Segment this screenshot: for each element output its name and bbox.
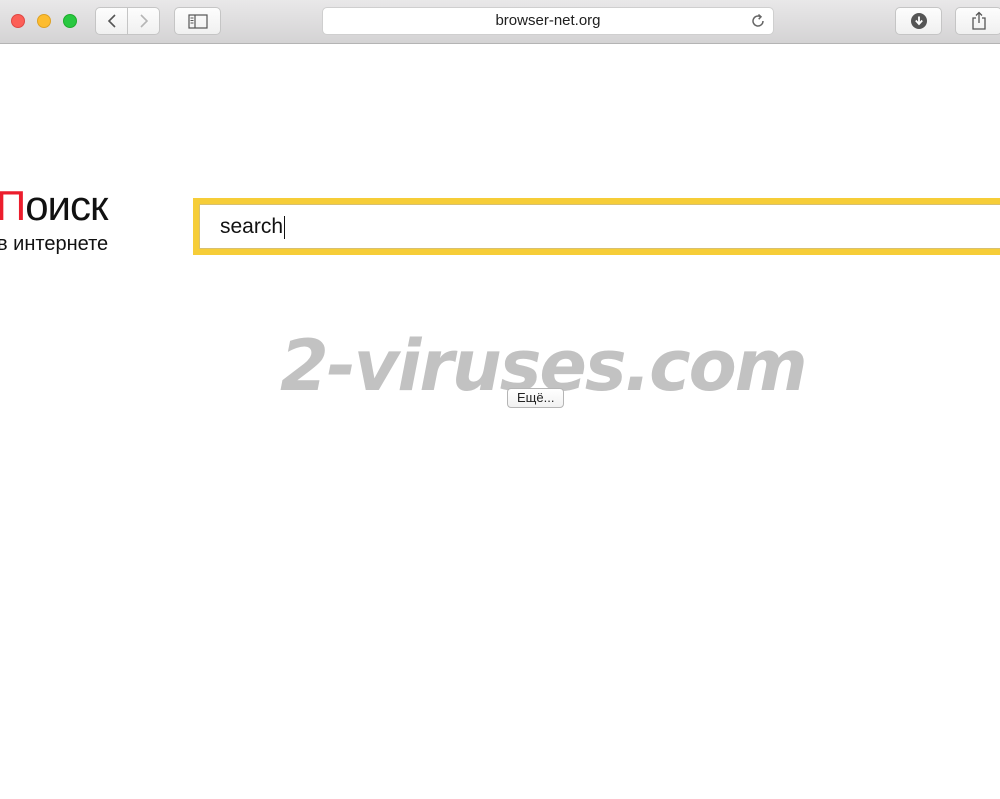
share-button[interactable] [955, 7, 1000, 35]
minimize-window-button[interactable] [37, 14, 51, 28]
sidebar-icon [187, 13, 208, 29]
maximize-window-button[interactable] [63, 14, 77, 28]
logo-title-rest: оиск [25, 182, 108, 229]
address-bar[interactable]: browser-net.org [322, 7, 774, 35]
downloads-button[interactable] [895, 7, 942, 35]
logo-first-letter: П [0, 182, 26, 229]
sidebar-toggle-button[interactable] [174, 7, 221, 35]
close-window-button[interactable] [11, 14, 25, 28]
download-icon [910, 13, 927, 29]
chevron-left-icon [107, 14, 116, 28]
more-button[interactable]: Ещё... [507, 388, 565, 408]
reload-icon[interactable] [750, 13, 766, 29]
logo-title[interactable]: Поиск [0, 182, 108, 229]
logo-subtitle: в интернете [0, 233, 109, 255]
chevron-right-icon [139, 14, 148, 28]
text-cursor [284, 216, 285, 239]
url-text: browser-net.org [495, 12, 601, 29]
browser-toolbar: browser-net.org [0, 0, 1000, 44]
search-box [193, 198, 1000, 255]
back-button[interactable] [95, 7, 128, 35]
search-input[interactable] [199, 204, 1000, 249]
forward-button[interactable] [127, 7, 160, 35]
share-icon [971, 11, 986, 30]
